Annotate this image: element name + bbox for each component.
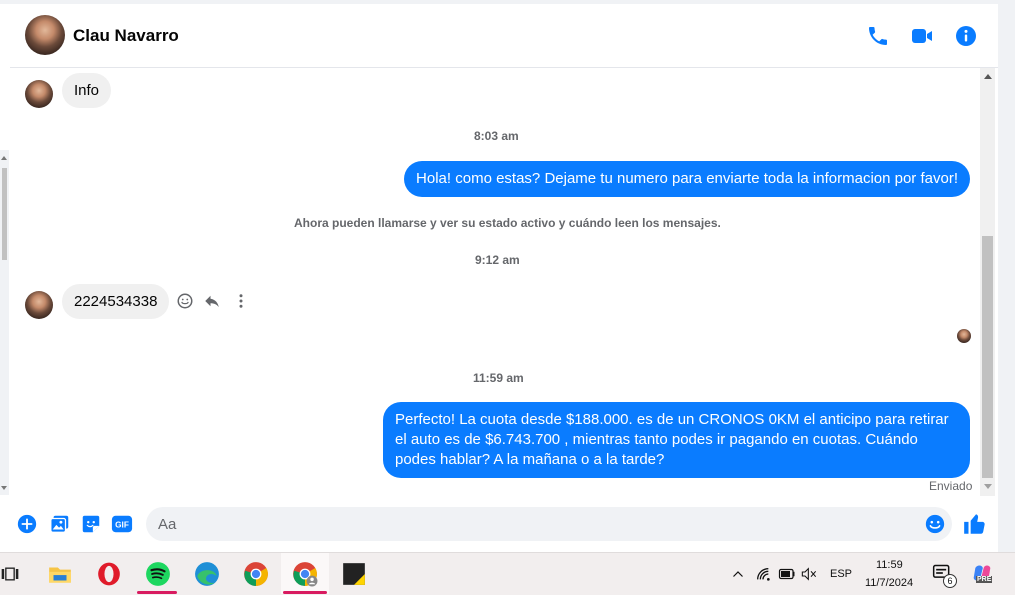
chrome-icon[interactable] [243,561,269,587]
scroll-up-arrow[interactable] [984,74,992,79]
chevron-up-icon[interactable] [731,568,745,580]
system-notice: Ahora pueden llamarse y ver su estado ac… [294,216,721,230]
clock-time[interactable]: 11:59 [876,559,903,571]
task-view-icon[interactable] [0,561,20,587]
wifi-icon[interactable] [755,566,771,582]
spotify-icon[interactable] [145,561,171,587]
outgoing-message[interactable]: Hola! como estas? Dejame tu numero para … [404,161,970,197]
chat-header: Clau Navarro [10,4,998,68]
file-explorer-icon[interactable] [47,561,73,587]
left-scroll-down-arrow[interactable] [1,486,7,490]
speaker-muted-icon[interactable] [801,567,817,581]
contact-avatar-small[interactable] [25,80,53,108]
scroll-thumb[interactable] [982,236,993,478]
contact-avatar[interactable] [25,15,65,55]
reply-icon[interactable] [203,292,221,310]
outgoing-message[interactable]: Perfecto! La cuota desde $188.000. es de… [383,402,970,478]
gif-icon[interactable]: GIF [111,513,133,535]
plus-icon[interactable] [16,513,38,535]
more-options-icon[interactable] [232,292,250,310]
message-input[interactable] [146,507,952,541]
edge-icon[interactable] [194,561,220,587]
incoming-message[interactable]: 2224534338 [62,284,170,319]
thumbs-up-icon[interactable] [962,511,988,537]
sticky-notes-icon[interactable] [341,561,367,587]
language-indicator[interactable]: ESP [830,568,852,580]
video-camera-icon[interactable] [910,24,934,48]
taskbar: ESP 11:59 11/7/2024 6 PRE [0,552,1015,595]
timestamp: 11:59 am [473,371,524,385]
contact-name[interactable]: Clau Navarro [73,26,179,46]
message-scrollbar[interactable] [980,68,995,496]
left-scrollbar[interactable] [0,150,9,495]
info-bubble[interactable]: Info [62,73,112,108]
image-icon[interactable] [49,513,71,535]
info-icon[interactable] [954,24,978,48]
message-status: Enviado [929,479,973,493]
sticker-icon[interactable] [80,513,102,535]
clock-date[interactable]: 11/7/2024 [865,577,913,589]
phone-icon[interactable] [866,24,890,48]
timestamp: 8:03 am [474,129,519,143]
battery-icon[interactable] [778,567,796,581]
scroll-down-arrow[interactable] [984,484,992,489]
left-scroll-thumb[interactable] [2,168,7,260]
left-scroll-up-arrow[interactable] [1,156,7,160]
chrome-profile-icon[interactable] [292,561,318,587]
composer: GIF [10,498,998,552]
react-emoji-icon[interactable] [176,292,194,310]
right-strip [998,0,1015,552]
contact-avatar-small[interactable] [25,291,53,319]
message-list[interactable]: Info 8:03 am Hola! como estas? Dejame tu… [10,68,980,496]
copilot-badge: PRE [976,576,993,583]
notification-count-badge: 6 [943,574,957,588]
gif-label: GIF [115,521,129,530]
opera-icon[interactable] [96,561,122,587]
emoji-icon[interactable] [924,513,946,535]
timestamp: 9:12 am [475,253,520,267]
seen-avatar [957,329,971,343]
